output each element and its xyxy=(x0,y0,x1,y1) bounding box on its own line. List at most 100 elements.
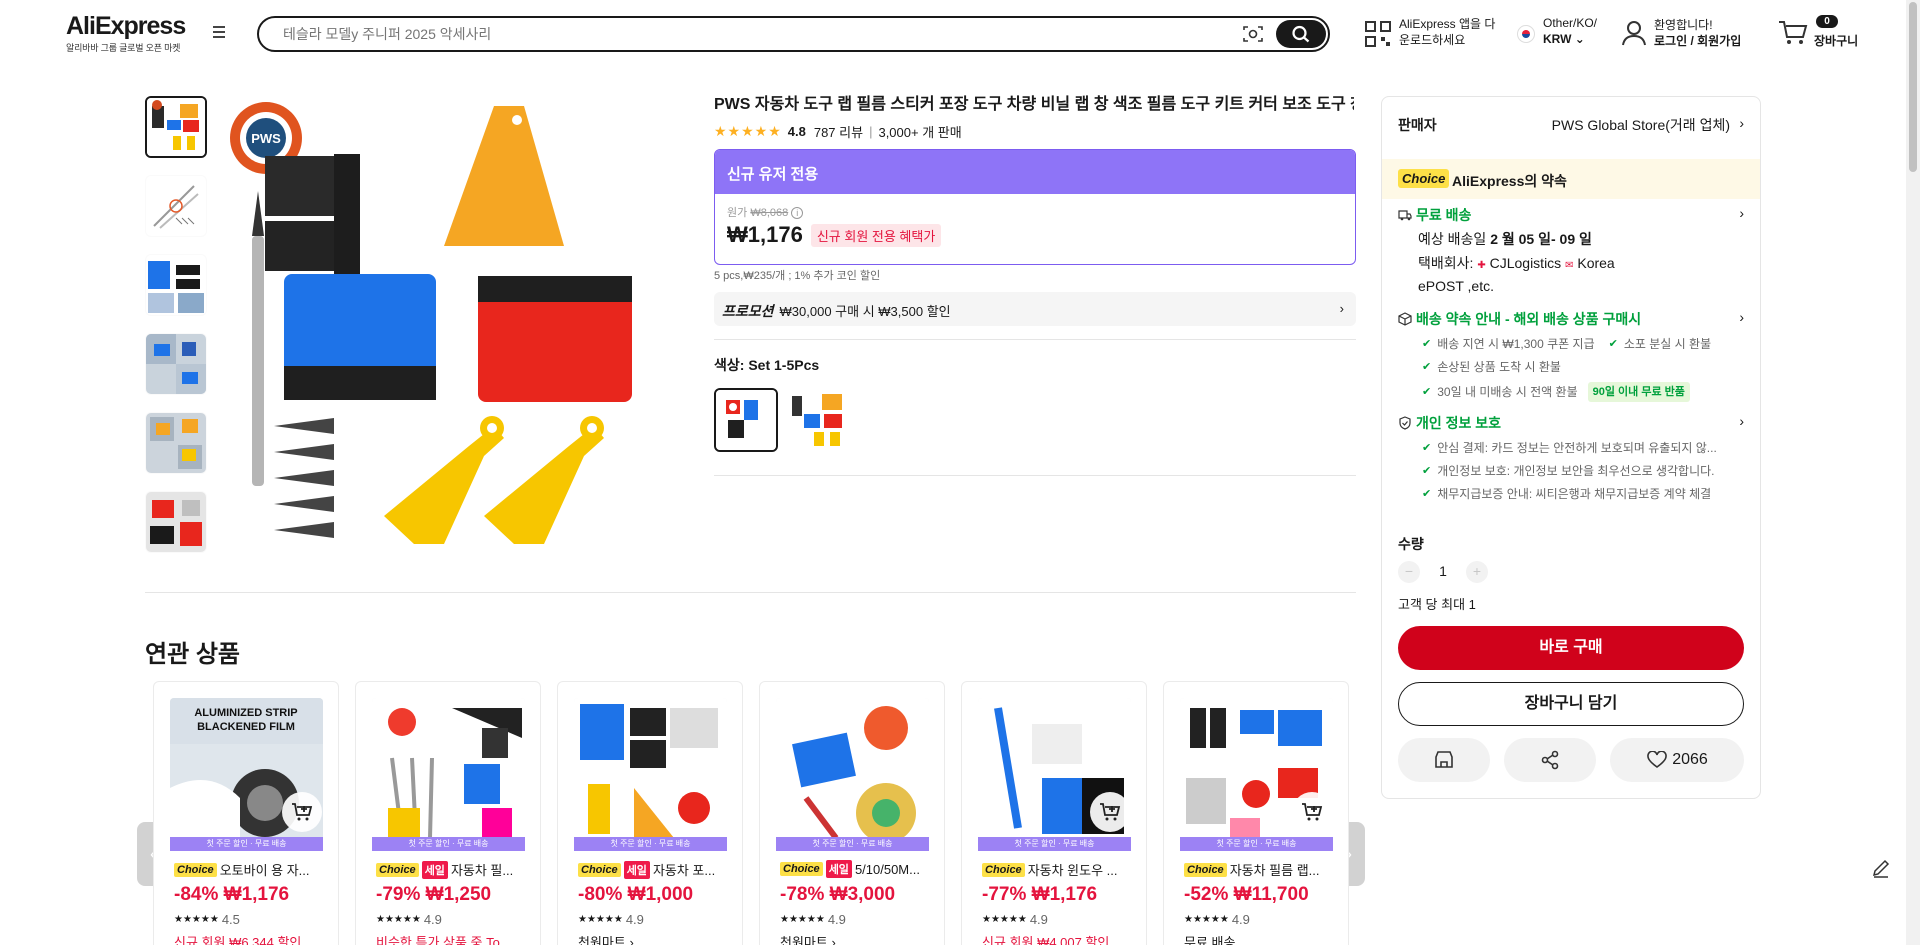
first-order-strip: 첫 주문 할인 · 무료 배송 xyxy=(372,837,525,851)
quantity-value[interactable]: 1 xyxy=(1434,563,1452,579)
product-thumb-image xyxy=(147,98,205,156)
related-product-card[interactable]: 첫 주문 할인 · 무료 배송 Choice 세일 자동차 포... -80% ₩1,0… xyxy=(557,681,743,945)
choice-tag: Choice xyxy=(1184,862,1227,877)
choice-tag: Choice xyxy=(982,862,1025,877)
price-tag: 신규 회원 전용 혜택가 xyxy=(810,223,942,247)
add-to-cart-icon[interactable] xyxy=(1090,792,1130,832)
choice-badge: Choice xyxy=(1398,169,1450,188)
image-search-icon[interactable] xyxy=(1242,25,1264,43)
related-product-rating: ★★★★★ 4.9 xyxy=(982,912,1048,927)
account-menu[interactable]: 환영합니다! 로그인 / 회원가입 xyxy=(1622,15,1752,49)
thumbnail-4[interactable] xyxy=(145,333,207,395)
check-icon: ✔ xyxy=(1422,386,1432,398)
decrease-quantity-button[interactable]: − xyxy=(1398,561,1420,583)
chevron-right-icon: › xyxy=(1739,205,1744,221)
chevron-right-icon: › xyxy=(1739,115,1744,131)
related-product-footnote: 신규 회원 ₩6,344 할인 xyxy=(174,935,302,945)
rating-stars: ★★★★★ xyxy=(714,123,782,139)
related-product-card[interactable]: 첫 주문 할인 · 무료 배송 Choice 자동차 필름 랩... -52% ₩11… xyxy=(1163,681,1349,945)
cj-logo-icon: ✚ xyxy=(1477,260,1486,271)
seller-name[interactable]: PWS Global Store(거래 업체) xyxy=(1552,115,1730,135)
search-button[interactable] xyxy=(1276,20,1326,48)
first-order-strip: 첫 주문 할인 · 무료 배송 xyxy=(1180,837,1333,851)
thumbnail-2[interactable] xyxy=(145,175,207,237)
cart-count-badge: 0 xyxy=(1816,15,1838,28)
rating-stars: ★★★★★ xyxy=(780,914,825,925)
thumbnail-1[interactable] xyxy=(145,96,207,158)
divider xyxy=(145,592,1356,593)
box-icon xyxy=(1398,312,1412,326)
related-product-title: Choice 세일 5/10/50M... xyxy=(780,860,930,878)
shipping-section[interactable]: 무료 배송 › 예상 배송일 2 월 05 일- 09 일 택배회사: ✚ CJ… xyxy=(1398,205,1744,296)
choice-tag: Choice xyxy=(780,862,823,876)
related-product-image[interactable] xyxy=(776,698,929,851)
related-products-title: 연관 상품 xyxy=(145,641,240,668)
add-to-cart-icon[interactable] xyxy=(1292,792,1332,832)
color-swatch-2[interactable] xyxy=(786,388,850,452)
share-button[interactable] xyxy=(1504,738,1596,782)
related-product-card[interactable]: 첫 주문 할인 · 무료 배송 Choice 세일 자동차 필... -79% ₩1,2… xyxy=(355,681,541,945)
related-product-footnote: 신규 회원 ₩4,007 할인 xyxy=(982,935,1110,945)
delivery-promise-section[interactable]: 배송 약속 안내 - 해외 배송 상품 구매시 › ✔ 배송 지연 시 ₩1,30… xyxy=(1398,309,1744,402)
product-title: PWS 자동차 도구 랩 필름 스티커 포장 도구 차량 비닐 랩 창 색조 필… xyxy=(714,96,1354,113)
scrollbar-thumb[interactable] xyxy=(1909,2,1917,172)
app-download[interactable]: AliExpress 앱을 다 운로드하세요 xyxy=(1365,16,1515,50)
product-price: ₩1,176 xyxy=(727,222,803,247)
related-product-rating: ★★★★★ 4.9 xyxy=(376,912,442,927)
related-product-image[interactable] xyxy=(574,698,727,851)
store-button[interactable] xyxy=(1398,738,1490,782)
search-input[interactable] xyxy=(283,26,1183,42)
related-product-title: Choice 자동차 윈도우 ... xyxy=(982,860,1132,879)
first-order-strip: 첫 주문 할인 · 무료 배송 xyxy=(574,837,727,851)
add-to-cart-icon[interactable] xyxy=(282,792,322,832)
chevron-right-icon: › xyxy=(1339,301,1344,316)
thumbnail-6[interactable] xyxy=(145,491,207,553)
privacy-section[interactable]: 개인 정보 보호 › ✔ 안심 결제: 카드 정보는 안전하게 보호되며 유출되지… xyxy=(1398,413,1744,502)
sale-tag: 세일 xyxy=(825,860,852,878)
thumbnail-3[interactable] xyxy=(145,254,207,316)
language-currency-selector[interactable]: Other/KO/ KRW ⌄ xyxy=(1517,15,1607,49)
chevron-right-icon: › xyxy=(1739,413,1744,429)
promotion-row[interactable]: 프로모션 ₩30,000 구매 시 ₩3,500 할인 › xyxy=(714,292,1356,326)
check-icon: ✔ xyxy=(1422,442,1432,454)
increase-quantity-button[interactable]: + xyxy=(1466,561,1488,583)
related-product-card[interactable]: 첫 주문 할인 · 무료 배송 Choice 세일 5/10/50M... -78% ₩… xyxy=(759,681,945,945)
add-to-cart-button[interactable]: 장바구니 담기 xyxy=(1398,682,1744,726)
store-icon xyxy=(1435,751,1453,768)
menu-icon[interactable] xyxy=(210,26,228,42)
color-swatch-1[interactable] xyxy=(714,388,778,452)
choice-tag: Choice xyxy=(174,862,217,877)
sale-tag: 세일 xyxy=(623,860,650,879)
main-product-image[interactable]: PWS xyxy=(224,96,684,560)
rating-stars: ★★★★★ xyxy=(1184,914,1229,925)
rating-stars: ★★★★★ xyxy=(982,914,1027,925)
related-product-image[interactable] xyxy=(372,698,525,851)
info-icon[interactable]: i xyxy=(791,207,804,219)
related-product-card[interactable]: 첫 주문 할인 · 무료 배송 Choice 자동차 윈도우 ... -77% ₩1,… xyxy=(961,681,1147,945)
related-product-card[interactable]: ALUMINIZED STRIP BLACKENED FILM 첫 주문 할인 · … xyxy=(153,681,339,945)
thumbnail-5[interactable] xyxy=(145,412,207,474)
buy-now-button[interactable]: 바로 구매 xyxy=(1398,626,1744,670)
aliexpress-logo[interactable]: AliExpress 알리바바 그룹 글로벌 오픈 마켓 xyxy=(66,14,186,54)
related-product-title: Choice 세일 자동차 포... xyxy=(578,860,728,879)
related-product-footnote: 천원마트 › xyxy=(578,935,634,945)
wishlist-button[interactable]: 2066 xyxy=(1610,738,1744,782)
first-order-strip: 첫 주문 할인 · 무료 배송 xyxy=(978,837,1131,851)
rating-stars: ★★★★★ xyxy=(578,914,623,925)
thumbnail-list xyxy=(145,96,209,570)
related-product-footnote: 천원마트 › xyxy=(780,935,836,945)
page-scrollbar[interactable] xyxy=(1906,0,1920,945)
seller-row[interactable]: 판매자 PWS Global Store(거래 업체) › xyxy=(1398,115,1744,135)
first-order-strip: 첫 주문 할인 · 무료 배송 xyxy=(170,837,323,851)
quantity-stepper: − 1 + xyxy=(1398,561,1488,583)
reviews-link[interactable]: 787 리뷰 xyxy=(814,122,863,141)
related-product-price: -80% ₩1,000 xyxy=(578,884,694,905)
swatch-image xyxy=(716,390,776,450)
edit-feedback-icon[interactable] xyxy=(1869,856,1893,880)
cart-link[interactable]: 0 장바구니 xyxy=(1778,14,1868,50)
product-thumb-image xyxy=(146,176,206,236)
product-thumb-image xyxy=(146,334,206,394)
search-icon xyxy=(1292,25,1310,43)
cart-icon xyxy=(1779,21,1808,44)
svg-text:PWS: PWS xyxy=(251,131,281,146)
